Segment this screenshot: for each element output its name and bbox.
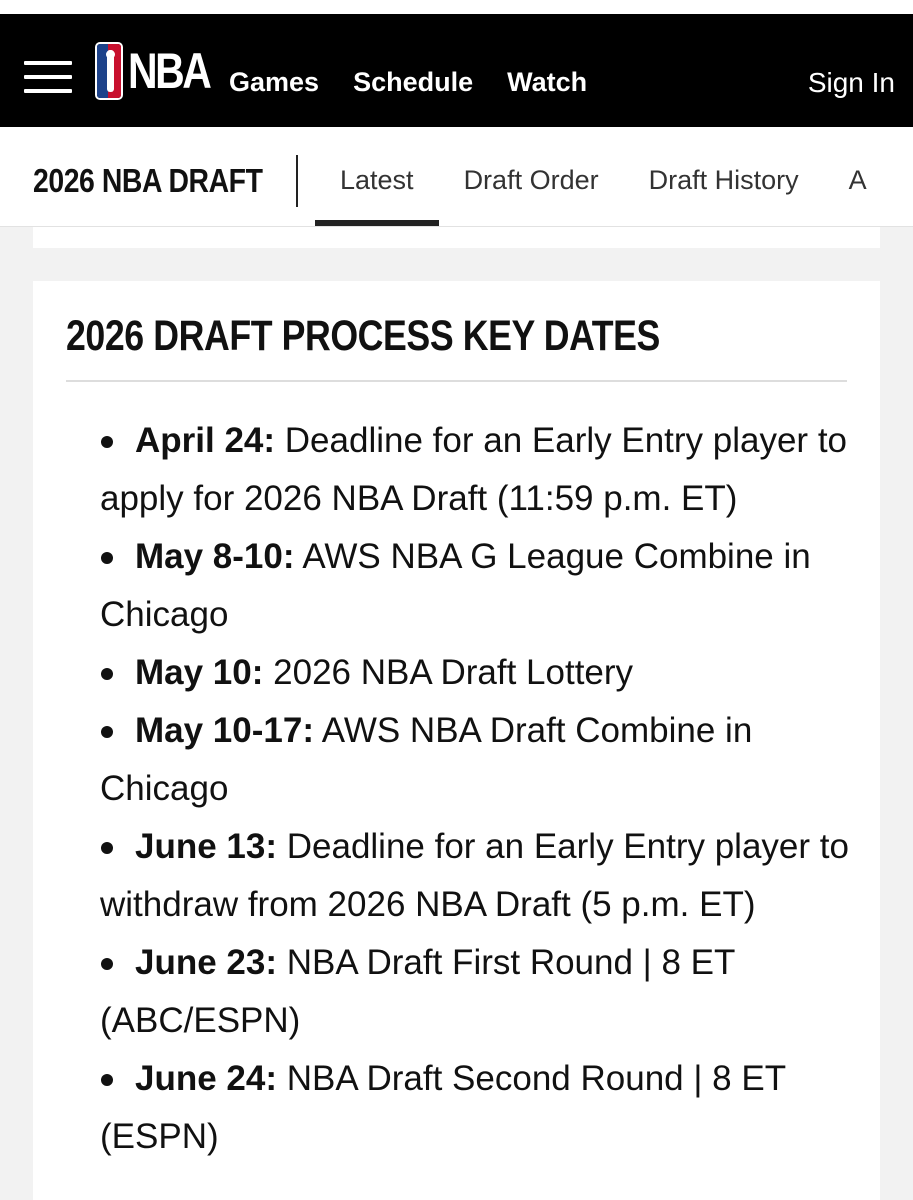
tab-latest[interactable]: Latest <box>315 127 439 226</box>
list-item: May 10-17: AWS NBA Draft Combine in Chic… <box>100 702 870 818</box>
date-label: May 10-17: <box>135 711 314 750</box>
list-item: June 13: Deadline for an Early Entry pla… <box>100 818 870 934</box>
list-item: June 23: NBA Draft First Round | 8 ET (A… <box>100 934 870 1050</box>
subnav-divider <box>296 155 298 207</box>
date-label: June 23: <box>135 943 277 982</box>
tab-truncated[interactable]: A <box>824 127 892 226</box>
heading-divider <box>66 380 847 382</box>
sign-in-link[interactable]: Sign In <box>808 69 895 97</box>
date-label: June 24: <box>135 1059 277 1098</box>
date-label: May 8-10: <box>135 537 295 576</box>
nba-logo-badge-icon <box>95 42 123 100</box>
tab-draft-history[interactable]: Draft History <box>624 127 824 226</box>
date-label: April 24: <box>135 421 276 460</box>
subnav-tabs: Latest Draft Order Draft History A <box>315 127 892 226</box>
list-item: June 24: NBA Draft Second Round | 8 ET (… <box>100 1050 870 1166</box>
list-item: May 8-10: AWS NBA G League Combine in Ch… <box>100 528 870 644</box>
main-nav-links: Games Schedule Watch <box>229 69 621 96</box>
nav-link-games[interactable]: Games <box>229 69 319 96</box>
list-item: April 24: Deadline for an Early Entry pl… <box>100 412 870 528</box>
list-item: May 10: 2026 NBA Draft Lottery <box>100 644 870 702</box>
date-label: May 10: <box>135 653 264 692</box>
key-dates-card: 2026 DRAFT PROCESS KEY DATES April 24: D… <box>33 281 880 1200</box>
draft-sub-navigation: 2026 NBA DRAFT Latest Draft Order Draft … <box>0 127 913 227</box>
previous-card-bottom <box>33 227 880 248</box>
date-label: June 13: <box>135 827 277 866</box>
nav-link-schedule[interactable]: Schedule <box>353 69 473 96</box>
section-title: 2026 NBA DRAFT <box>33 162 263 199</box>
nav-link-watch[interactable]: Watch <box>507 69 587 96</box>
key-dates-list: April 24: Deadline for an Early Entry pl… <box>100 412 870 1166</box>
hamburger-menu-icon[interactable] <box>24 61 72 93</box>
card-heading: 2026 DRAFT PROCESS KEY DATES <box>66 312 660 360</box>
top-navigation-bar: NBA Games Schedule Watch Sign In <box>0 14 913 127</box>
tab-draft-order[interactable]: Draft Order <box>439 127 624 226</box>
nba-logo-text: NBA <box>128 43 212 99</box>
status-strip <box>0 0 913 14</box>
date-description: 2026 NBA Draft Lottery <box>273 653 634 692</box>
nba-logo[interactable]: NBA <box>95 41 227 101</box>
